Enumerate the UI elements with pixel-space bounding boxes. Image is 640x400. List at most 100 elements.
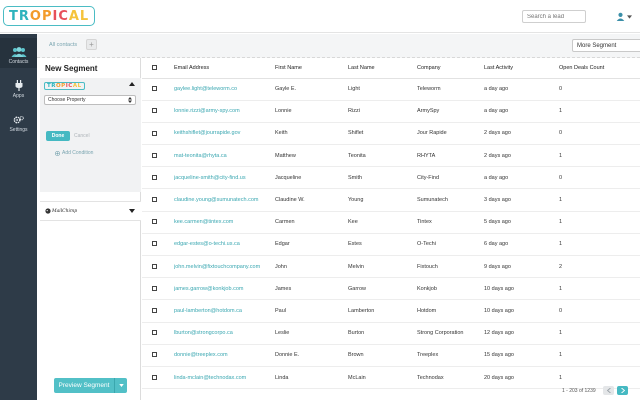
chevron-left-icon [606, 388, 611, 393]
last-activity-cell: a day ago [484, 78, 559, 101]
first-name-cell: Jacqueline [275, 166, 348, 190]
row-checkbox[interactable] [152, 330, 157, 336]
tropical-logo[interactable]: TR OP IC AL [3, 6, 96, 26]
contact-email-link[interactable]: john.melvin@fixtouchcompany.com [174, 255, 275, 279]
last-name-cell: McLain [348, 366, 417, 390]
column-header-email[interactable]: Email Address [174, 58, 275, 79]
row-checkbox[interactable] [152, 130, 157, 136]
row-checkbox[interactable] [152, 352, 157, 358]
row-checkbox[interactable] [152, 174, 157, 180]
company-cell: ArmySpy [417, 100, 484, 123]
contact-email-link[interactable]: edgar-estes@o-techi.us.ca [174, 233, 275, 257]
contact-email-link[interactable]: keithshiflet@jourrapide.gov [174, 122, 275, 146]
company-cell: Sumunatech [417, 188, 484, 212]
contacts-table-wrapper: Email Address First Name Last Name Compa… [142, 58, 640, 390]
sub-header: All contacts + More Segment [37, 34, 640, 58]
column-header-first-name[interactable]: First Name [275, 58, 348, 79]
first-name-cell: Leslie [275, 322, 348, 345]
done-button[interactable]: Done [46, 131, 70, 141]
column-header-company[interactable]: Company [417, 58, 484, 79]
table-row[interactable]: donnie@treeplex.com Donnie E. Brown Treeple… [142, 344, 640, 367]
contact-email-link[interactable]: linda-mclain@technodax.com [174, 366, 275, 390]
column-header-open-deals-count[interactable]: Open Deals Count [559, 58, 640, 79]
table-row[interactable]: paul-lamberton@hotdom.ca Paul Lamberton Hot… [142, 299, 640, 323]
contact-email-link[interactable]: gaylee.light@teleworm.co [174, 78, 275, 101]
nav-contacts[interactable]: Contacts [0, 38, 37, 68]
add-tab-button[interactable]: + [86, 39, 97, 50]
first-name-cell: Keith [275, 122, 348, 146]
contact-email-link[interactable]: lonnie.rizzi@army-spy.com [174, 100, 275, 123]
nav-apps[interactable]: Apps [0, 72, 37, 102]
row-checkbox[interactable] [152, 374, 157, 380]
more-segment-select[interactable]: More Segment [572, 39, 640, 52]
row-checkbox[interactable] [152, 241, 157, 247]
select-all-checkbox[interactable] [152, 64, 157, 70]
gear-icon [13, 116, 24, 124]
last-activity-cell: 3 days ago [484, 188, 559, 212]
contact-email-link[interactable]: james.garrow@konkjob.com [174, 277, 275, 301]
contact-email-link[interactable]: lburton@strongcorpo.ca [174, 322, 275, 345]
user-icon [616, 12, 625, 21]
last-name-cell: Light [348, 78, 417, 101]
table-row[interactable]: james.garrow@konkjob.com James Garrow Konkj… [142, 277, 640, 301]
open-deals-count-cell: 1 [559, 144, 640, 168]
first-name-cell: Matthew [275, 144, 348, 168]
row-checkbox[interactable] [152, 285, 157, 291]
user-menu-button[interactable] [592, 10, 632, 23]
caret-up-icon[interactable] [129, 82, 135, 86]
last-activity-cell: 15 days ago [484, 344, 559, 367]
last-activity-cell: 10 days ago [484, 299, 559, 323]
row-checkbox[interactable] [152, 197, 157, 203]
row-checkbox[interactable] [152, 308, 157, 314]
last-name-cell: Brown [348, 344, 417, 367]
next-page-button[interactable] [617, 386, 628, 395]
row-checkbox[interactable] [152, 108, 157, 114]
open-deals-count-cell: 0 [559, 78, 640, 101]
table-row[interactable]: claudine.young@sumunatech.com Claudine W.… [142, 188, 640, 212]
last-activity-cell: a day ago [484, 100, 559, 123]
last-name-cell: Melvin [348, 255, 417, 279]
preview-segment-button[interactable]: Preview Segment [54, 378, 127, 393]
contact-email-link[interactable]: kee.carmen@tintex.com [174, 211, 275, 234]
choose-property-select[interactable]: Choose Property [44, 95, 136, 105]
preview-dropdown-toggle[interactable] [115, 384, 127, 387]
table-row[interactable]: kee.carmen@tintex.com Carmen Kee Tintex 5 da… [142, 211, 640, 234]
row-checkbox[interactable] [152, 152, 157, 158]
row-checkbox[interactable] [152, 219, 157, 225]
company-cell: O-Techi [417, 233, 484, 257]
table-row[interactable]: keithshiflet@jourrapide.gov Keith Shiflet J… [142, 122, 640, 146]
segment-panel: New Segment TROPICAL Choose Property Don… [37, 58, 141, 400]
prev-page-button[interactable] [603, 386, 614, 395]
table-row[interactable]: jacqueline-smith@city-find.us Jacqueline S… [142, 166, 640, 190]
cancel-link[interactable]: Cancel [74, 133, 90, 139]
last-name-cell: Burton [348, 322, 417, 345]
contact-email-link[interactable]: mat-teonita@rhyta.ca [174, 144, 275, 168]
contact-email-link[interactable]: donnie@treeplex.com [174, 344, 275, 367]
table-row[interactable]: gaylee.light@teleworm.co Gayle E. Light Tel… [142, 78, 640, 101]
table-row[interactable]: john.melvin@fixtouchcompany.com John Melvi… [142, 255, 640, 279]
row-checkbox[interactable] [152, 263, 157, 269]
segment-title: New Segment [45, 64, 98, 73]
contact-email-link[interactable]: paul-lamberton@hotdom.ca [174, 299, 275, 323]
row-checkbox[interactable] [152, 86, 157, 92]
contact-email-link[interactable]: claudine.young@sumunatech.com [174, 188, 275, 212]
column-header-last-name[interactable]: Last Name [348, 58, 417, 79]
table-row[interactable]: lburton@strongcorpo.ca Leslie Burton Strong… [142, 322, 640, 345]
caret-down-icon [118, 384, 124, 387]
column-header-last-activity[interactable]: Last Activity [484, 58, 559, 79]
open-deals-count-cell: 1 [559, 277, 640, 301]
table-row[interactable]: lonnie.rizzi@army-spy.com Lonnie Rizzi Army… [142, 100, 640, 123]
last-name-cell: Smith [348, 166, 417, 190]
last-activity-cell: 2 days ago [484, 122, 559, 146]
open-deals-count-cell: 0 [559, 299, 640, 323]
table-row[interactable]: linda-mclain@technodax.com Linda McLain Tec… [142, 366, 640, 390]
mailchimp-section[interactable]: MailChimp [40, 201, 141, 221]
nav-settings[interactable]: Settings [0, 106, 37, 136]
add-condition-link[interactable]: Add Condition [55, 150, 93, 156]
breadcrumb-all-contacts[interactable]: All contacts [49, 42, 77, 48]
table-row[interactable]: mat-teonita@rhyta.ca Matthew Teonita RHYTA 2… [142, 144, 640, 168]
contact-email-link[interactable]: jacqueline-smith@city-find.us [174, 166, 275, 190]
caret-down-icon [129, 209, 135, 213]
table-row[interactable]: edgar-estes@o-techi.us.ca Edgar Estes O-Tec… [142, 233, 640, 257]
search-input[interactable] [522, 10, 586, 23]
